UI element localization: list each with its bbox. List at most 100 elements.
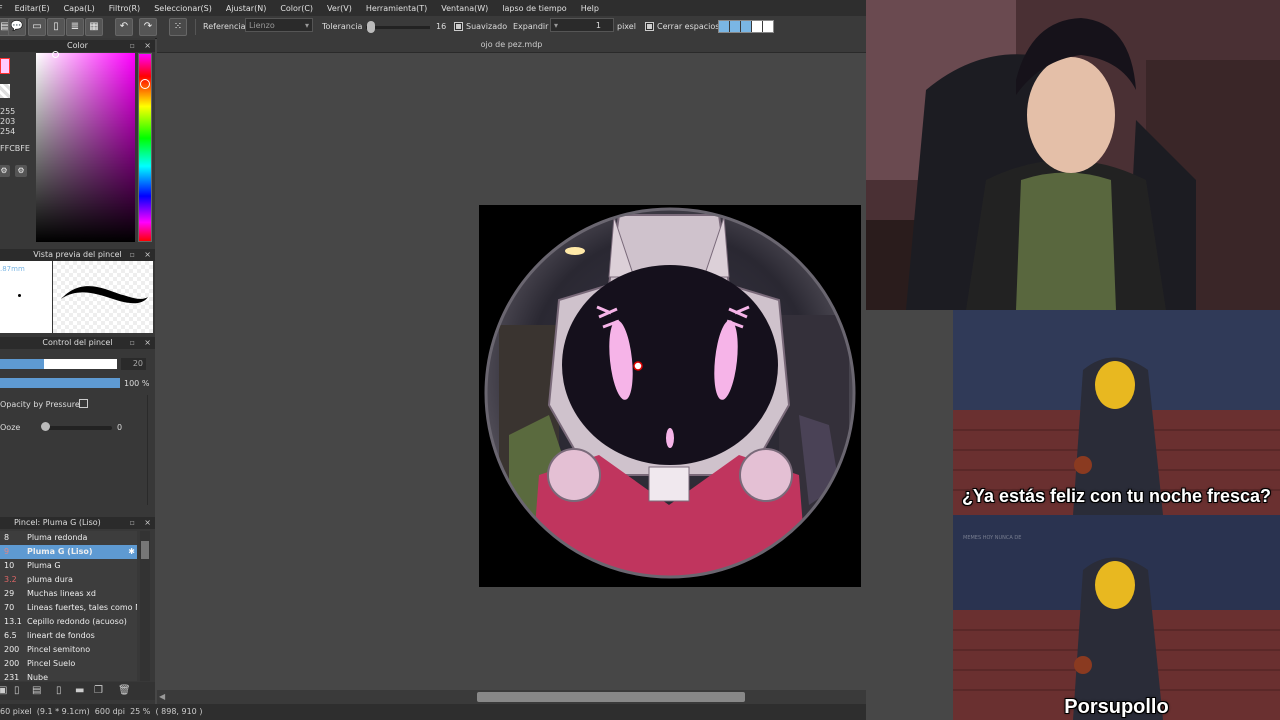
brush-list: 8 Pluma redonda 9 Pluma G (Liso) ✱ 10 Pluma … [0,531,152,681]
palette-edit-icon[interactable]: ⚙ [15,165,27,177]
copy-brush-icon[interactable]: ▤ [32,685,41,696]
brush-item-muchas-lineas[interactable]: 29 Muchas lineas xd [0,587,137,602]
close-icon[interactable]: × [144,249,151,261]
brush-item-size: 231 [4,673,20,681]
list-icon[interactable]: ≣ [66,18,84,36]
menu-timelapse[interactable]: lapso de tiempo [502,4,566,13]
brush-item-nube[interactable]: 231 Nube [0,671,137,681]
menu-window[interactable]: Ventana(W) [441,4,488,13]
minimize-icon[interactable]: ▫ [130,337,135,349]
color-hex-value: FFCBFE [0,144,30,153]
brush-stroke-icon [61,286,148,304]
brush-dot [18,294,21,297]
close-icon[interactable]: × [144,337,151,349]
brush-list-footer: ▣ ▯ ▤ ▯ ▬ ❐ 🗑 [0,682,155,700]
artboard[interactable] [479,205,861,587]
grid-icon[interactable]: ▦ [85,18,103,36]
trash-icon[interactable]: 🗑 [118,685,131,696]
brush-item-size: 13.1 [4,617,22,626]
current-color-swatch[interactable] [0,58,10,74]
menu-layer[interactable]: Capa(L) [64,4,95,13]
close-icon[interactable]: × [144,517,151,529]
gap-size-selector[interactable] [718,20,774,33]
brush-list-scroll-thumb[interactable] [141,541,149,559]
brush-item-lineas-fuertes[interactable]: 70 Lineas fuertes, tales como Ma [0,601,137,616]
duplicate-icon[interactable]: ❐ [94,685,103,696]
new-page-icon[interactable]: ▯ [14,685,20,696]
folder-icon[interactable]: ▬ [75,685,84,696]
brush-control-title: Control del pincel [42,338,113,347]
horizontal-scroll-thumb[interactable] [477,692,745,702]
webcam-overlay [866,0,1280,310]
brush-item-pincel-suelo[interactable]: 200 Pincel Suelo [0,657,137,672]
meme-watermark: MEMES HOY NUNCA DE [963,535,1022,541]
menu-view[interactable]: Ver(V) [327,4,352,13]
chevron-down-icon: ▾ [304,21,309,30]
brush-item-pluma-dura[interactable]: 3.2 pluma dura [0,573,137,588]
meme-overlay: ¿Ya estás feliz con tu noche fresca? MEM… [953,310,1280,720]
brush-item-lineart-fondos[interactable]: 6.5 lineart de fondos [0,629,137,644]
brush-size-value[interactable]: 20 [121,358,146,370]
color-b-value: 254 [0,127,16,136]
gear-icon[interactable]: ✱ [128,545,135,559]
menu-select[interactable]: Seleccionar(S) [154,4,212,13]
tolerancia-slider[interactable] [366,26,430,29]
close-icon[interactable]: × [144,40,151,52]
brush-list-scrollbar[interactable] [140,531,150,681]
menu-filter[interactable]: Filtro(R) [109,4,140,13]
redo-icon[interactable]: ↷ [139,18,157,36]
minimize-icon[interactable]: ▫ [130,517,135,529]
scroll-left-icon[interactable]: ◀ [159,692,165,701]
referencia-select[interactable]: Lienzo ▾ [245,18,313,32]
brush-item-size: 3.2 [4,575,17,584]
menu-adjust[interactable]: Ajustar(N) [226,4,267,13]
speech-bubble-icon[interactable]: 💬 [8,18,26,36]
menu-tool[interactable]: Herramienta(T) [366,4,427,13]
tolerancia-slider-handle[interactable] [367,21,375,33]
cerrar-espacios-label: Cerrar espacios [657,22,720,31]
meme-caption-top: ¿Ya estás feliz con tu noche fresca? [961,486,1272,506]
minimize-icon[interactable]: ▫ [130,40,135,52]
brush-item-pluma-g-liso[interactable]: 9 Pluma G (Liso) ✱ [0,545,137,560]
cerrar-espacios-checkbox[interactable] [645,22,654,31]
color-picker-cursor[interactable] [52,51,59,58]
brush-item-name: Cepillo redondo (acuoso) [27,617,127,626]
brush-stroke-preview [53,261,153,333]
color-panel-header: Color ▫ × [0,40,155,52]
minimize-icon[interactable]: ▫ [130,249,135,261]
brush-list-title: Pincel: Pluma G (Liso) [14,518,101,527]
horizontal-scrollbar[interactable]: ◀ [157,690,866,704]
expandir-spinner[interactable]: ▾ 1 [550,18,614,32]
transparent-swatch[interactable] [0,84,10,98]
magic-wand-icon[interactable]: ⁙ [169,18,187,36]
brush-size-fill [0,359,45,369]
comment-icon[interactable]: ▭ [28,18,46,36]
opacity-slider[interactable] [0,378,120,388]
brush-size-slider[interactable] [0,359,117,369]
hue-slider-handle[interactable] [140,79,150,89]
new-brush-icon[interactable]: ▣ [0,685,7,696]
brush-item-pincel-semitono[interactable]: 200 Pincel semitono [0,643,137,658]
brush-item-pluma-redonda[interactable]: 8 Pluma redonda [0,531,137,546]
undo-icon[interactable]: ↶ [115,18,133,36]
opacity-pressure-label: Opacity by Pressure [0,400,80,409]
brush-item-name: Pincel Suelo [27,659,76,668]
palette-icon[interactable]: ⚙ [0,165,10,177]
ooze-slider[interactable] [42,426,112,430]
page-icon[interactable]: ▯ [47,18,65,36]
brush-item-pluma-g[interactable]: 10 Pluma G [0,559,137,574]
menu-color[interactable]: Color(C) [280,4,313,13]
brush-item-cepillo-redondo[interactable]: 13.1 Cepillo redondo (acuoso) [0,615,137,630]
brush-item-size: 10 [4,561,15,570]
menu-edit[interactable]: Editar(E) [15,4,50,13]
opacity-pressure-checkbox[interactable] [79,399,88,408]
referencia-label: Referencia [203,22,246,31]
ooze-value: 0 [117,423,123,432]
menu-file[interactable]: F [0,4,3,13]
referencia-value: Lienzo [249,21,275,30]
ooze-slider-handle[interactable] [41,422,50,431]
document-icon[interactable]: ▯ [56,685,62,696]
menu-help[interactable]: Help [581,4,599,13]
saturation-value-picker[interactable] [36,53,135,242]
suavizado-checkbox[interactable] [454,22,463,31]
